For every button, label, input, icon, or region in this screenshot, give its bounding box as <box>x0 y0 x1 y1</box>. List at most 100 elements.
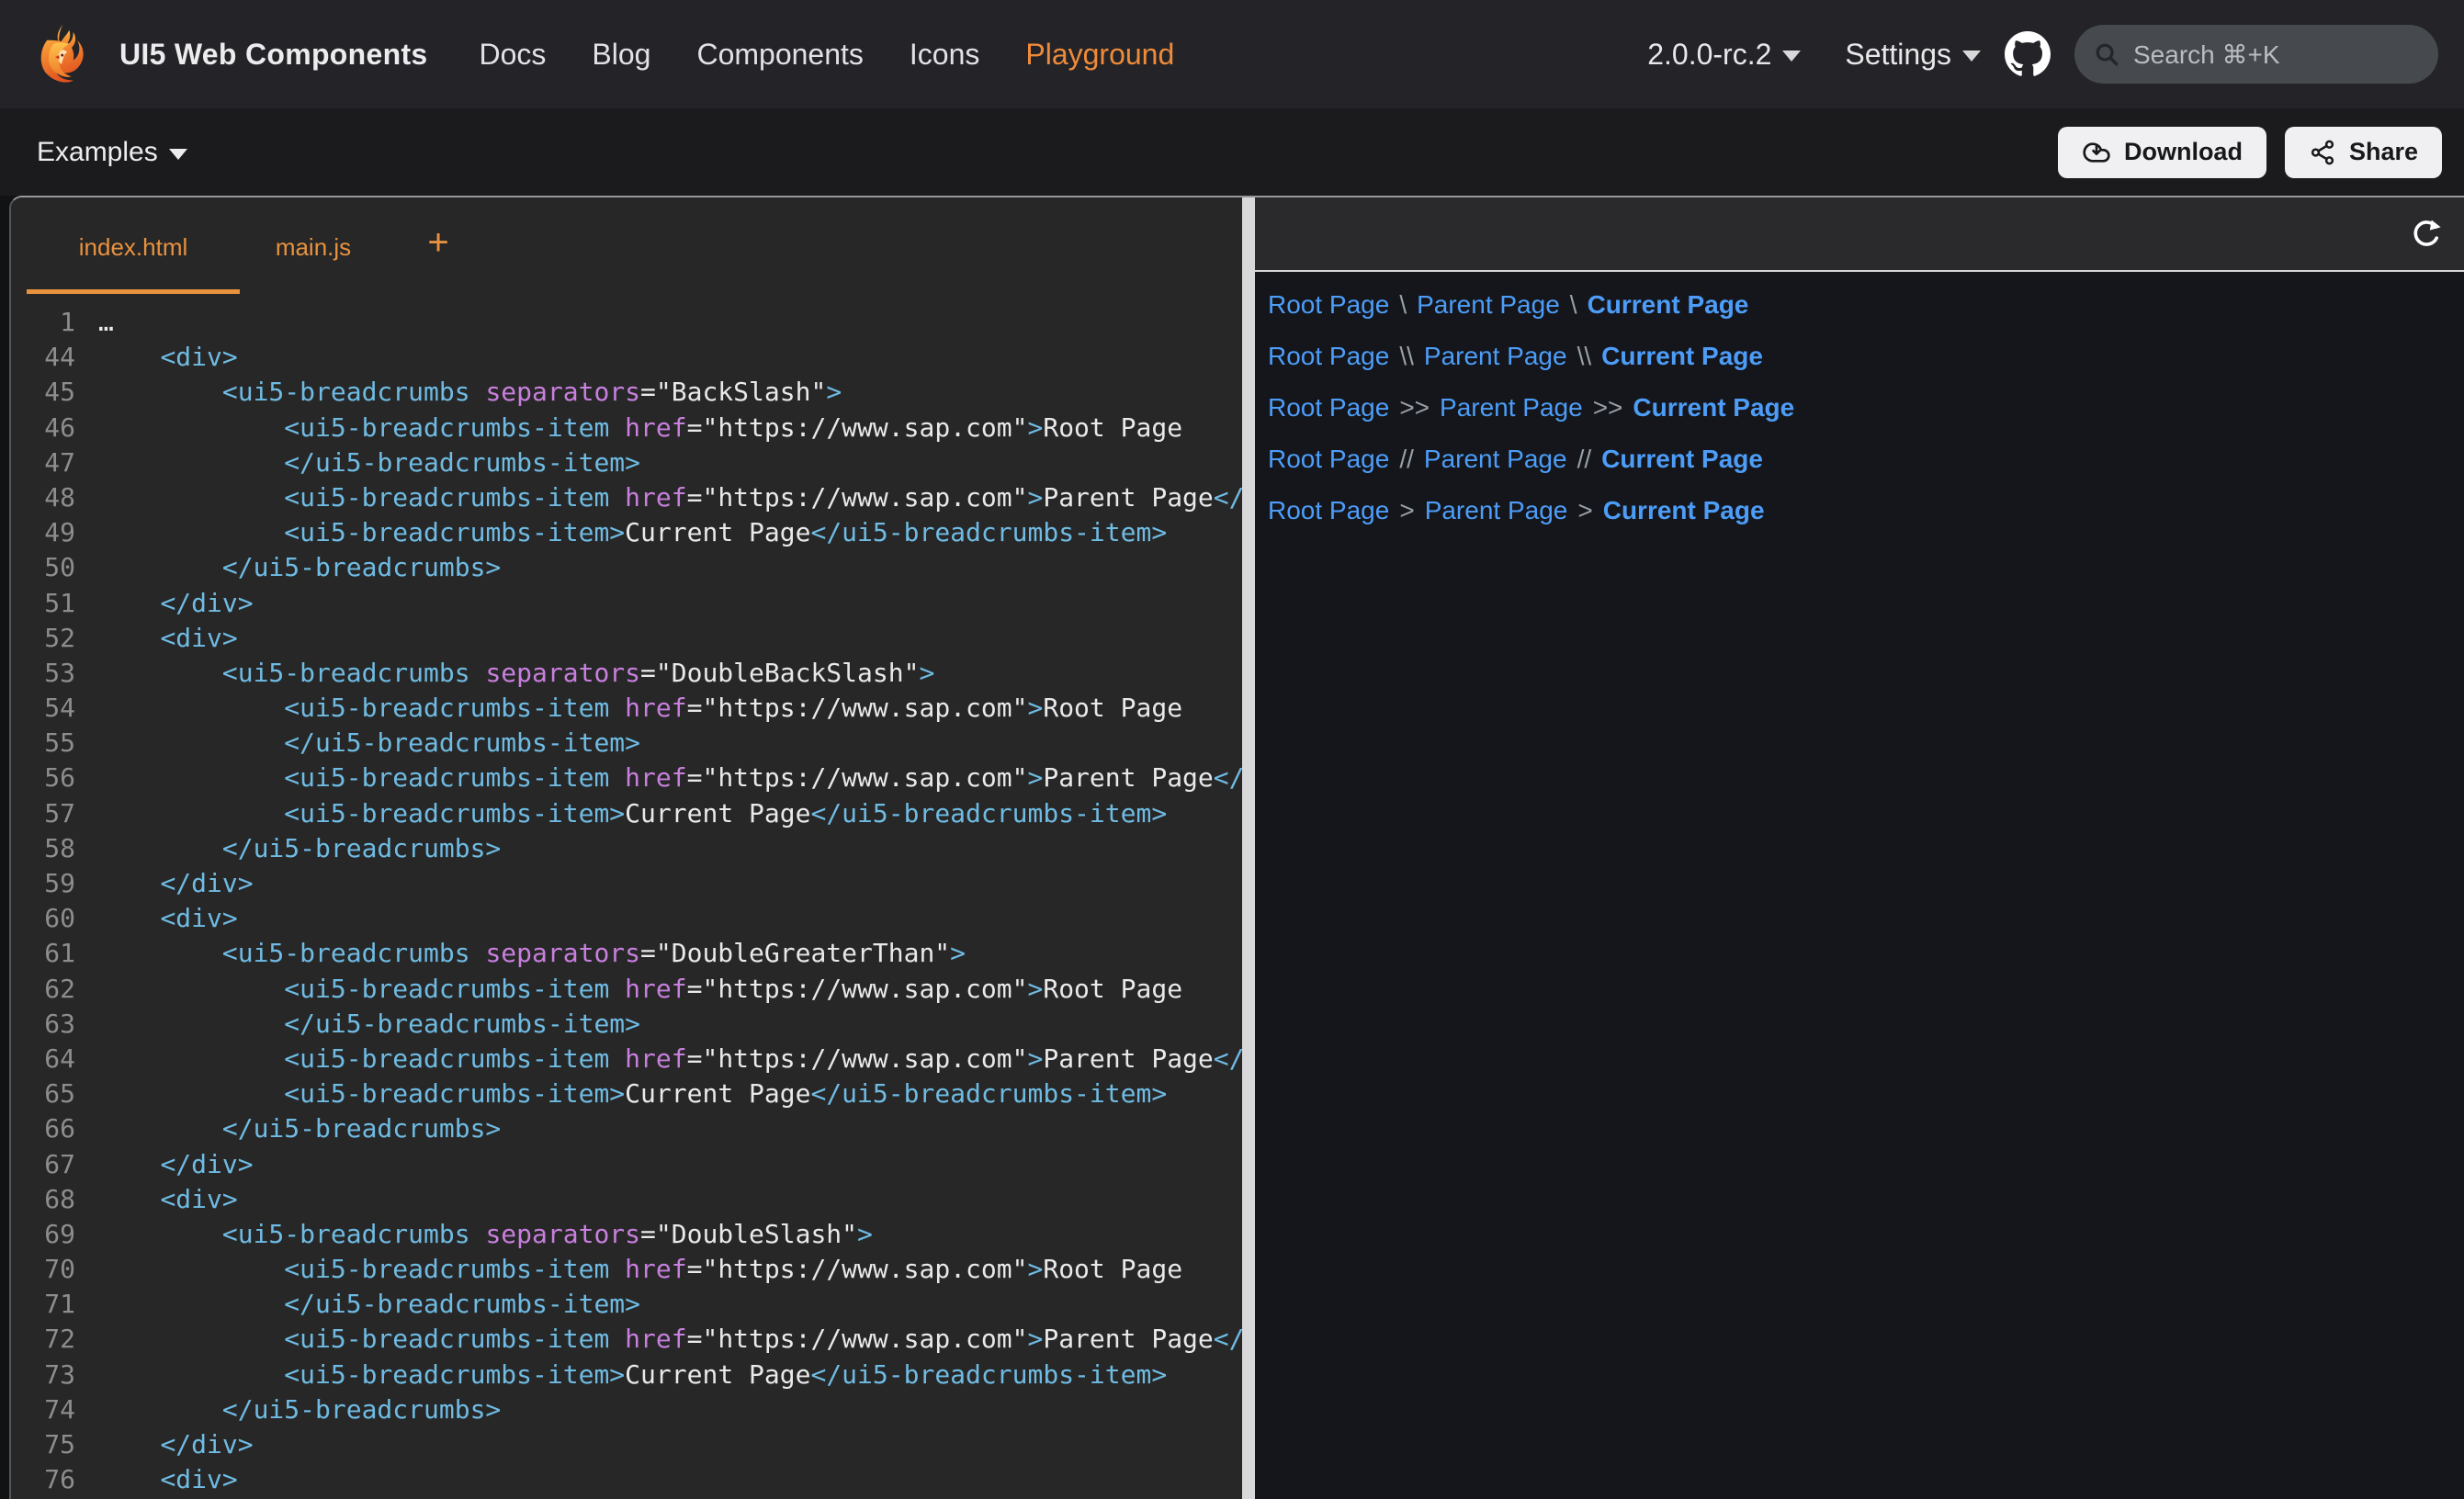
code-line[interactable]: 47 </ui5-breadcrumbs-item> <box>11 445 1242 480</box>
code-line[interactable]: 55 </ui5-breadcrumbs-item> <box>11 726 1242 761</box>
code-line[interactable]: 65 <ui5-breadcrumbs-item>Current Page</u… <box>11 1076 1242 1111</box>
code-line[interactable]: 75 </div> <box>11 1427 1242 1462</box>
code-line[interactable]: 52 <div> <box>11 621 1242 656</box>
breadcrumb-separator: // <box>1577 445 1592 473</box>
main-nav: Docs Blog Components Icons Playground <box>480 38 1175 72</box>
breadcrumb-link[interactable]: Root Page <box>1268 290 1389 319</box>
code-line[interactable]: 49 <ui5-breadcrumbs-item>Current Page</u… <box>11 515 1242 550</box>
code-text: <ui5-breadcrumbs-item href="https://www.… <box>98 1324 1242 1354</box>
code-text: </ui5-breadcrumbs> <box>98 1394 501 1425</box>
breadcrumb-separator: > <box>1399 496 1414 524</box>
nav-item-blog[interactable]: Blog <box>592 38 650 72</box>
breadcrumb-current-page: Current Page <box>1633 393 1794 422</box>
download-button[interactable]: Download <box>2058 127 2266 178</box>
editor-tab-index.html[interactable]: index.html <box>27 197 240 294</box>
code-line[interactable]: 60 <div> <box>11 901 1242 936</box>
code-line[interactable]: 63 </ui5-breadcrumbs-item> <box>11 1007 1242 1042</box>
code-line[interactable]: 53 <ui5-breadcrumbs separators="DoubleBa… <box>11 656 1242 691</box>
breadcrumb-link[interactable]: Parent Page <box>1424 342 1567 370</box>
code-line[interactable]: 69 <ui5-breadcrumbs separators="DoubleSl… <box>11 1217 1242 1252</box>
search-placeholder: Search ⌘+K <box>2133 39 2280 70</box>
code-line[interactable]: 50 </ui5-breadcrumbs> <box>11 550 1242 585</box>
code-line[interactable]: 44 <div> <box>11 340 1242 375</box>
code-line[interactable]: 48 <ui5-breadcrumbs-item href="https://w… <box>11 480 1242 515</box>
ui5-phoenix-logo-icon[interactable] <box>33 22 97 86</box>
breadcrumb-link[interactable]: Root Page <box>1268 393 1389 422</box>
github-icon[interactable] <box>2005 31 2051 77</box>
code-line[interactable]: 71 </ui5-breadcrumbs-item> <box>11 1287 1242 1322</box>
breadcrumb-link[interactable]: Root Page <box>1268 445 1389 473</box>
code-text: </ui5-breadcrumbs-item> <box>98 1289 640 1319</box>
breadcrumb-link[interactable]: Parent Page <box>1425 496 1568 524</box>
code-line[interactable]: 73 <ui5-breadcrumbs-item>Current Page</u… <box>11 1358 1242 1392</box>
breadcrumb-link[interactable]: Root Page <box>1268 496 1389 524</box>
line-number: 45 <box>11 375 75 410</box>
breadcrumbs-row: Root Page >> Parent Page >> Current Page <box>1268 395 2464 421</box>
settings-dropdown[interactable]: Settings <box>1845 38 1981 72</box>
line-number: 56 <box>11 761 75 795</box>
examples-label: Examples <box>37 137 158 168</box>
code-text: </div> <box>98 588 254 618</box>
code-line[interactable]: 45 <ui5-breadcrumbs separators="BackSlas… <box>11 375 1242 410</box>
breadcrumb-separator: > <box>1577 496 1592 524</box>
code-line[interactable]: 59 </div> <box>11 866 1242 901</box>
pane-resize-handle[interactable] <box>1242 197 1255 1499</box>
code-area[interactable]: 1…44 <div>45 <ui5-breadcrumbs separators… <box>11 294 1242 1497</box>
line-number: 75 <box>11 1427 75 1462</box>
line-number: 51 <box>11 586 75 621</box>
breadcrumb-link[interactable]: Root Page <box>1268 342 1389 370</box>
code-line[interactable]: 54 <ui5-breadcrumbs-item href="https://w… <box>11 691 1242 726</box>
code-line[interactable]: 68 <div> <box>11 1182 1242 1217</box>
code-line[interactable]: 72 <ui5-breadcrumbs-item href="https://w… <box>11 1322 1242 1357</box>
nav-item-components[interactable]: Components <box>696 38 863 72</box>
code-line[interactable]: 51 </div> <box>11 586 1242 621</box>
search-input[interactable]: Search ⌘+K <box>2074 25 2438 84</box>
nav-item-icons[interactable]: Icons <box>910 38 979 72</box>
breadcrumb-separator: >> <box>1593 393 1623 422</box>
breadcrumb-link[interactable]: Parent Page <box>1424 445 1567 473</box>
code-line[interactable]: 57 <ui5-breadcrumbs-item>Current Page</u… <box>11 796 1242 831</box>
toolbar-actions: Download Share <box>2058 127 2442 178</box>
code-line[interactable]: 76 <div> <box>11 1462 1242 1497</box>
code-line[interactable]: 58 </ui5-breadcrumbs> <box>11 831 1242 866</box>
breadcrumb-separator: \\ <box>1577 342 1592 370</box>
share-nodes-icon <box>2309 139 2336 166</box>
code-editor[interactable]: index.htmlmain.js+ 1…44 <div>45 <ui5-bre… <box>11 197 1242 1499</box>
breadcrumb-separator: >> <box>1399 393 1430 422</box>
code-text: <div> <box>98 1184 238 1214</box>
code-text: <div> <box>98 903 238 933</box>
brand-title: UI5 Web Components <box>119 38 428 72</box>
code-line[interactable]: 74 </ui5-breadcrumbs> <box>11 1392 1242 1427</box>
editor-tab-main.js[interactable]: main.js <box>240 197 387 294</box>
share-button[interactable]: Share <box>2285 127 2442 178</box>
breadcrumb-link[interactable]: Parent Page <box>1440 393 1583 422</box>
line-number: 72 <box>11 1322 75 1357</box>
code-line[interactable]: 61 <ui5-breadcrumbs separators="DoubleGr… <box>11 936 1242 971</box>
code-line[interactable]: 67 </div> <box>11 1147 1242 1182</box>
code-text: </div> <box>98 1429 254 1460</box>
code-line[interactable]: 56 <ui5-breadcrumbs-item href="https://w… <box>11 761 1242 795</box>
refresh-icon[interactable] <box>2409 217 2444 252</box>
breadcrumb-link[interactable]: Parent Page <box>1417 290 1560 319</box>
cloud-download-icon <box>2082 138 2111 167</box>
code-text: <ui5-breadcrumbs-item href="https://www.… <box>98 762 1242 793</box>
code-line[interactable]: 62 <ui5-breadcrumbs-item href="https://w… <box>11 972 1242 1007</box>
nav-item-playground[interactable]: Playground <box>1025 38 1174 72</box>
code-line[interactable]: 1… <box>11 305 1242 340</box>
line-number: 52 <box>11 621 75 656</box>
version-dropdown[interactable]: 2.0.0-rc.2 <box>1647 38 1801 72</box>
breadcrumbs-row: Root Page//Parent Page//Current Page <box>1268 446 2464 472</box>
code-text: <div> <box>98 1464 238 1494</box>
code-line[interactable]: 66 </ui5-breadcrumbs> <box>11 1111 1242 1146</box>
add-tab-button[interactable]: + <box>401 197 475 294</box>
nav-item-docs[interactable]: Docs <box>480 38 547 72</box>
code-text: <ui5-breadcrumbs-item>Current Page</ui5-… <box>98 517 1167 547</box>
line-number: 48 <box>11 480 75 515</box>
code-text: <ui5-breadcrumbs separators="DoubleGreat… <box>98 938 966 968</box>
code-line[interactable]: 46 <ui5-breadcrumbs-item href="https://w… <box>11 411 1242 445</box>
examples-dropdown[interactable]: Examples <box>37 137 187 168</box>
line-number: 50 <box>11 550 75 585</box>
code-text: <ui5-breadcrumbs-item>Current Page</ui5-… <box>98 798 1167 828</box>
code-line[interactable]: 70 <ui5-breadcrumbs-item href="https://w… <box>11 1252 1242 1287</box>
code-line[interactable]: 64 <ui5-breadcrumbs-item href="https://w… <box>11 1042 1242 1076</box>
